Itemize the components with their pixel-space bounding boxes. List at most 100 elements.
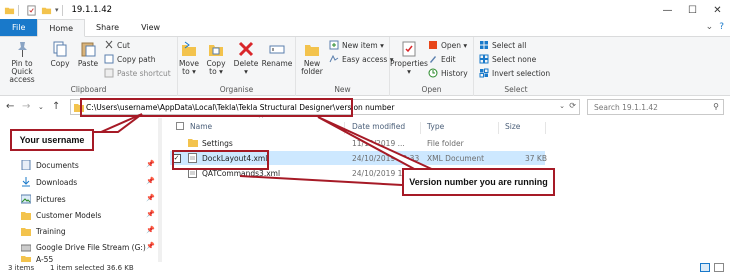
pin-icon[interactable]: 📌	[146, 177, 155, 185]
folder-icon	[188, 139, 198, 147]
file-size: 37 KB	[525, 153, 547, 163]
back-arrow-icon[interactable]: ←	[6, 101, 14, 112]
close-button[interactable]: ✕	[705, 0, 730, 20]
properties-button[interactable]: Properties ▾	[390, 40, 428, 76]
copy-path-icon	[104, 54, 114, 64]
scissors-icon	[105, 40, 113, 49]
copy-to-icon	[209, 45, 223, 56]
new-item-button[interactable]: New item ▾	[329, 40, 384, 50]
properties-quick-icon[interactable]	[26, 4, 37, 16]
nav-item-customer-models[interactable]: Customer Models	[21, 208, 101, 222]
file-date: 24/10/2019 10:33	[352, 153, 420, 163]
selection-info: 1 item selected 36.6 KB	[50, 264, 134, 272]
column-separator[interactable]	[420, 122, 421, 134]
column-header-name[interactable]: Name	[190, 122, 212, 131]
new-folder-button[interactable]: New folder	[298, 40, 326, 76]
properties-icon	[402, 41, 416, 57]
column-header-size[interactable]: Size	[505, 122, 520, 131]
pin-icon[interactable]: 📌	[146, 242, 155, 250]
new-folder-quick-icon[interactable]	[41, 5, 52, 16]
search-icon[interactable]: ⚲	[713, 102, 719, 111]
edit-icon	[430, 56, 436, 63]
select-none-button[interactable]: Select none	[479, 54, 536, 64]
pin-quick-access-button[interactable]: Pin to Quick access	[4, 40, 40, 84]
tab-view[interactable]: View	[130, 19, 171, 36]
column-header-type[interactable]: Type	[427, 122, 444, 131]
rename-icon	[269, 45, 285, 54]
select-label: Select	[504, 85, 528, 94]
paste-shortcut-button[interactable]: Paste shortcut	[104, 68, 171, 78]
downloads-icon	[22, 177, 30, 187]
move-to-icon	[182, 41, 196, 56]
folder-icon	[21, 227, 31, 236]
nav-item-documents[interactable]: Documents	[21, 158, 79, 172]
recent-locations-icon[interactable]: ⌄	[38, 103, 44, 111]
pin-icon[interactable]: 📌	[146, 226, 155, 234]
select-all-checkbox[interactable]	[176, 122, 184, 130]
qat-separator	[18, 4, 19, 16]
file-type: XML Document	[427, 153, 485, 163]
move-to-button[interactable]: Move to ▾	[178, 40, 200, 76]
username-callout: Your username	[10, 129, 94, 151]
forward-arrow-icon[interactable]: →	[22, 101, 30, 112]
select-all-button[interactable]: Select all	[479, 40, 526, 50]
history-icon	[428, 68, 438, 78]
column-separator[interactable]	[498, 122, 499, 134]
rename-button[interactable]: Rename	[262, 40, 292, 68]
expand-ribbon-icon[interactable]: ⌄	[706, 22, 714, 32]
tab-share[interactable]: Share	[85, 19, 130, 36]
title-bar: ▾ 19.1.1.42 — ☐ ✕	[0, 0, 730, 20]
copy-button[interactable]: Copy	[48, 40, 72, 68]
tab-home[interactable]: Home	[37, 19, 86, 37]
file-name: Settings	[202, 138, 233, 148]
column-separator[interactable]	[344, 122, 345, 134]
nav-item-downloads[interactable]: Downloads	[21, 175, 77, 189]
qat-dropdown-icon[interactable]: ▾	[55, 6, 59, 14]
large-icons-view-icon[interactable]	[714, 263, 724, 272]
folder-app-icon	[4, 7, 15, 14]
select-none-icon	[479, 54, 489, 64]
nav-item-pictures[interactable]: Pictures	[21, 192, 66, 206]
pictures-icon	[21, 194, 31, 204]
copy-path-button[interactable]: Copy path	[104, 54, 155, 64]
easy-access-button[interactable]: Easy access ▾	[329, 54, 394, 64]
copy-to-button[interactable]: Copy to ▾	[205, 40, 227, 76]
details-view-icon[interactable]	[700, 263, 710, 272]
column-header-date[interactable]: Date modified	[352, 122, 405, 131]
search-box[interactable]: Search 19.1.1.42 ⚲	[587, 99, 724, 115]
cut-button[interactable]: Cut	[104, 40, 130, 50]
edit-button[interactable]: Edit	[428, 54, 456, 64]
tab-file[interactable]: File	[0, 19, 38, 36]
address-dropdown-icon[interactable]: ⌄	[559, 102, 565, 110]
office-icon	[429, 41, 437, 49]
organise-group: Move to ▾ Copy to ▾ Delete ▾ Rename Orga…	[178, 37, 296, 96]
paste-icon	[81, 42, 96, 57]
file-row-settings[interactable]: Settings 11/10/2019 ... File folder	[170, 136, 545, 150]
column-separator[interactable]	[545, 122, 546, 134]
copy-icon	[53, 41, 67, 57]
select-all-icon	[480, 41, 488, 49]
nav-item-google-drive[interactable]: Google Drive File Stream (G:)	[21, 240, 146, 254]
nav-item-training[interactable]: Training	[21, 224, 66, 238]
maximize-button[interactable]: ☐	[680, 0, 705, 20]
pin-icon[interactable]: 📌	[146, 160, 155, 168]
delete-button[interactable]: Delete ▾	[234, 40, 258, 76]
paste-button[interactable]: Paste	[76, 40, 100, 68]
new-folder-icon	[305, 45, 319, 56]
open-label: Open	[421, 85, 442, 94]
drive-icon	[21, 244, 31, 251]
pin-icon[interactable]: 📌	[146, 210, 155, 218]
file-date: 11/10/2019 ...	[352, 138, 405, 148]
refresh-icon[interactable]: ⟳	[569, 101, 576, 110]
pin-icon[interactable]: 📌	[146, 194, 155, 202]
folder-icon	[21, 211, 31, 220]
clipboard-group: Pin to Quick access Copy Paste Cut Copy …	[0, 37, 178, 96]
minimize-button[interactable]: —	[655, 0, 680, 20]
invert-selection-icon	[479, 68, 489, 78]
history-button[interactable]: History	[428, 68, 468, 78]
paste-shortcut-icon	[104, 68, 114, 78]
up-arrow-icon[interactable]: ↑	[52, 101, 60, 112]
invert-selection-button[interactable]: Invert selection	[479, 68, 550, 78]
help-icon[interactable]: ?	[719, 22, 724, 32]
open-button[interactable]: Open ▾	[428, 40, 467, 50]
